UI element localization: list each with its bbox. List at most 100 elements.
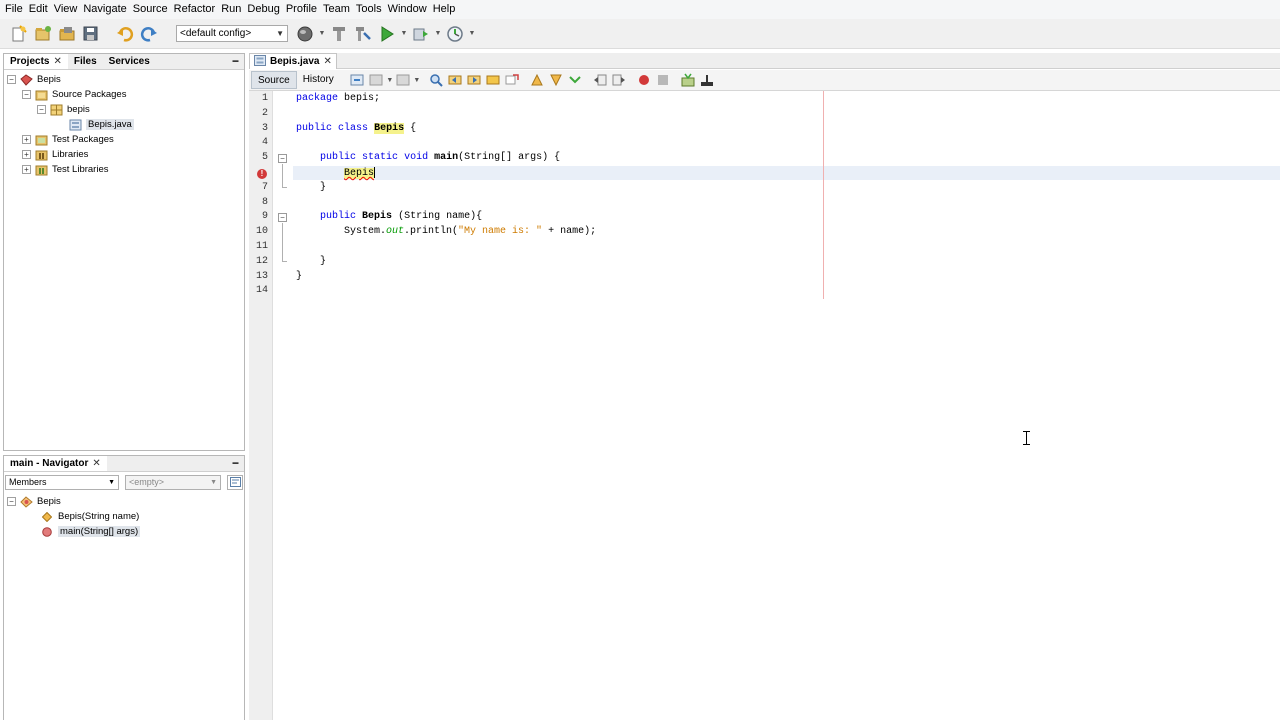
code-token: } [296,270,303,282]
test-libraries-icon [34,164,48,176]
code-token: (String name){ [392,211,483,223]
filter-select[interactable]: <empty> ▼ [125,474,221,490]
redo-icon[interactable] [138,23,160,45]
close-icon[interactable]: ✕ [53,54,61,70]
fold-end [282,261,287,262]
new-project-icon[interactable] [32,23,54,45]
undo-icon[interactable] [114,23,136,45]
uncomment-icon[interactable] [699,72,715,88]
globe-dropdown-icon[interactable]: ▼ [318,23,326,45]
toggle-selection-icon[interactable] [504,72,520,88]
members-select-value: Members [9,477,47,487]
error-icon[interactable]: ! [257,169,267,179]
close-icon[interactable]: ✕ [92,456,100,472]
tree-item-test-packages[interactable]: + Test Packages [4,132,244,147]
code-token: package [296,93,339,104]
code-token: System. [296,226,387,238]
tab-projects[interactable]: Projects ✕ [4,54,68,69]
tree-item-test-libraries[interactable]: + Test Libraries [4,162,244,177]
tree-item-class[interactable]: − Bepis [4,494,244,509]
menu-item-navigate[interactable]: Navigate [80,0,129,19]
start-macro-icon[interactable] [636,72,652,88]
tree-item-file[interactable]: Bepis.java [4,117,244,132]
tab-navigator[interactable]: main - Navigator ✕ [4,456,107,471]
stop-macro-icon[interactable] [655,72,671,88]
menu-item-run[interactable]: Run [218,0,244,19]
menu-item-file[interactable]: File [2,0,26,19]
profile-icon[interactable] [444,23,466,45]
tree-item-package[interactable]: − bepis [4,102,244,117]
menu-item-source[interactable]: Source [130,0,171,19]
save-all-icon[interactable] [80,23,102,45]
menu-item-profile[interactable]: Profile [283,0,320,19]
toggle-bookmark-icon[interactable] [567,72,583,88]
line-number: 14 [255,285,268,297]
clean-build-icon[interactable] [328,23,350,45]
tree-expand-icon[interactable]: + [22,135,31,144]
code-line: public Bepis (String name){ [296,211,482,222]
shift-right-icon[interactable] [611,72,627,88]
next-bookmark-icon[interactable] [548,72,564,88]
minimize-icon[interactable]: − [232,456,239,470]
tab-files[interactable]: Files [68,54,103,69]
tree-item-project[interactable]: − Bepis [4,72,244,87]
tree-expand-icon[interactable]: + [22,150,31,159]
find-icon[interactable] [428,72,444,88]
code-editor[interactable]: package bepis; public class Bepis { publi… [293,91,1280,720]
code-token: main [434,152,459,164]
menu-item-debug[interactable]: Debug [244,0,282,19]
menu-item-edit[interactable]: Edit [26,0,51,19]
comment-icon[interactable] [680,72,696,88]
open-project-icon[interactable] [56,23,78,45]
tree-collapse-icon[interactable]: − [7,75,16,84]
forward-icon[interactable] [395,72,411,88]
menu-item-view[interactable]: View [51,0,81,19]
tree-item-constructor[interactable]: Bepis(String name) [4,509,244,524]
tab-bepis-java[interactable]: Bepis.java ✕ [249,53,337,69]
tab-services[interactable]: Services [103,54,156,69]
fold-collapse-icon[interactable]: − [278,213,287,222]
tree-item-method[interactable]: main(String[] args) [4,524,244,539]
tree-expand-icon[interactable]: + [22,165,31,174]
previous-bookmark-icon[interactable] [529,72,545,88]
members-select[interactable]: Members ▼ [5,474,119,490]
run-icon[interactable] [376,23,398,45]
back-icon[interactable] [368,72,384,88]
tree-item-source-packages[interactable]: − Source Packages [4,87,244,102]
globe-icon[interactable] [294,23,316,45]
tree-item-label: Bepis.java [86,119,134,130]
tree-collapse-icon[interactable]: − [37,105,46,114]
tree-item-label: Bepis(String name) [58,511,140,522]
back-dropdown-icon[interactable]: ▼ [386,69,394,91]
find-next-icon[interactable] [466,72,482,88]
filter-options-icon[interactable] [227,474,243,490]
new-file-icon[interactable] [8,23,30,45]
menu-item-team[interactable]: Team [320,0,353,19]
fold-collapse-icon[interactable]: − [278,154,287,163]
minimize-icon[interactable]: − [232,54,239,68]
tree-collapse-icon[interactable]: − [22,90,31,99]
tree-item-libraries[interactable]: + Libraries [4,147,244,162]
find-previous-icon[interactable] [447,72,463,88]
tree-collapse-icon[interactable]: − [7,497,16,506]
debug-dropdown-icon[interactable]: ▼ [434,23,442,45]
debug-icon[interactable] [410,23,432,45]
line-number: 13 [255,270,268,282]
close-icon[interactable]: ✕ [323,56,331,67]
toggle-highlight-icon[interactable] [485,72,501,88]
menu-item-tools[interactable]: Tools [353,0,385,19]
forward-dropdown-icon[interactable]: ▼ [413,69,421,91]
menu-item-window[interactable]: Window [385,0,430,19]
code-line: public class Bepis { [296,122,416,134]
tab-source[interactable]: Source [251,71,297,89]
menu-item-help[interactable]: Help [430,0,459,19]
tree-item-label: bepis [67,104,90,115]
tab-history[interactable]: History [297,71,340,89]
menu-item-refactor[interactable]: Refactor [171,0,219,19]
config-select[interactable]: <default config> ▼ [176,25,288,42]
last-edit-icon[interactable] [349,72,365,88]
profile-dropdown-icon[interactable]: ▼ [468,23,476,45]
build-icon[interactable] [352,23,374,45]
run-dropdown-icon[interactable]: ▼ [400,23,408,45]
shift-left-icon[interactable] [592,72,608,88]
